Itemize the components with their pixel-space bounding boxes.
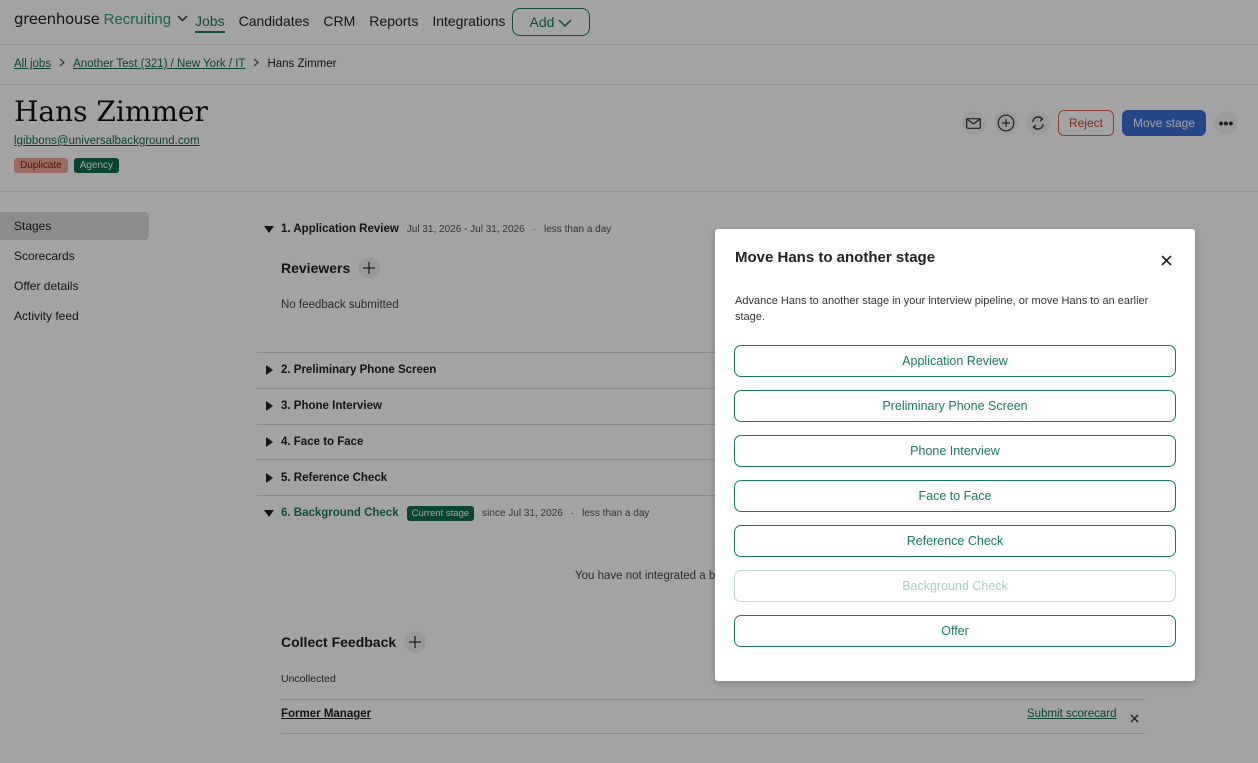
stage-option-application-review[interactable]: Application Review xyxy=(734,345,1176,377)
modal-title: Move Hans to another stage xyxy=(735,249,936,266)
stage-option-reference-check[interactable]: Reference Check xyxy=(734,525,1176,557)
stage-option-offer[interactable]: Offer xyxy=(734,615,1176,647)
close-icon[interactable] xyxy=(1157,251,1175,269)
stage-option-preliminary-phone-screen[interactable]: Preliminary Phone Screen xyxy=(734,390,1176,422)
move-stage-modal: Move Hans to another stage Advance Hans … xyxy=(715,229,1195,681)
stage-option-face-to-face[interactable]: Face to Face xyxy=(734,480,1176,512)
stage-option-phone-interview[interactable]: Phone Interview xyxy=(734,435,1176,467)
modal-description: Advance Hans to another stage in your in… xyxy=(735,295,1149,323)
stage-option-background-check: Background Check xyxy=(734,570,1176,602)
stage-options: Application Review Preliminary Phone Scr… xyxy=(734,345,1176,660)
